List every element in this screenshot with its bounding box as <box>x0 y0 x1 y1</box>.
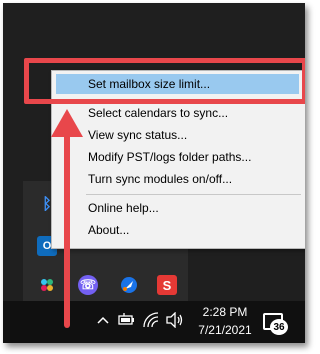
screenshot: ᛒ O ☏ S 2:28 PM 7/21/2021 36 Set mailbox… <box>3 3 305 343</box>
annotation-arrow <box>51 109 83 328</box>
